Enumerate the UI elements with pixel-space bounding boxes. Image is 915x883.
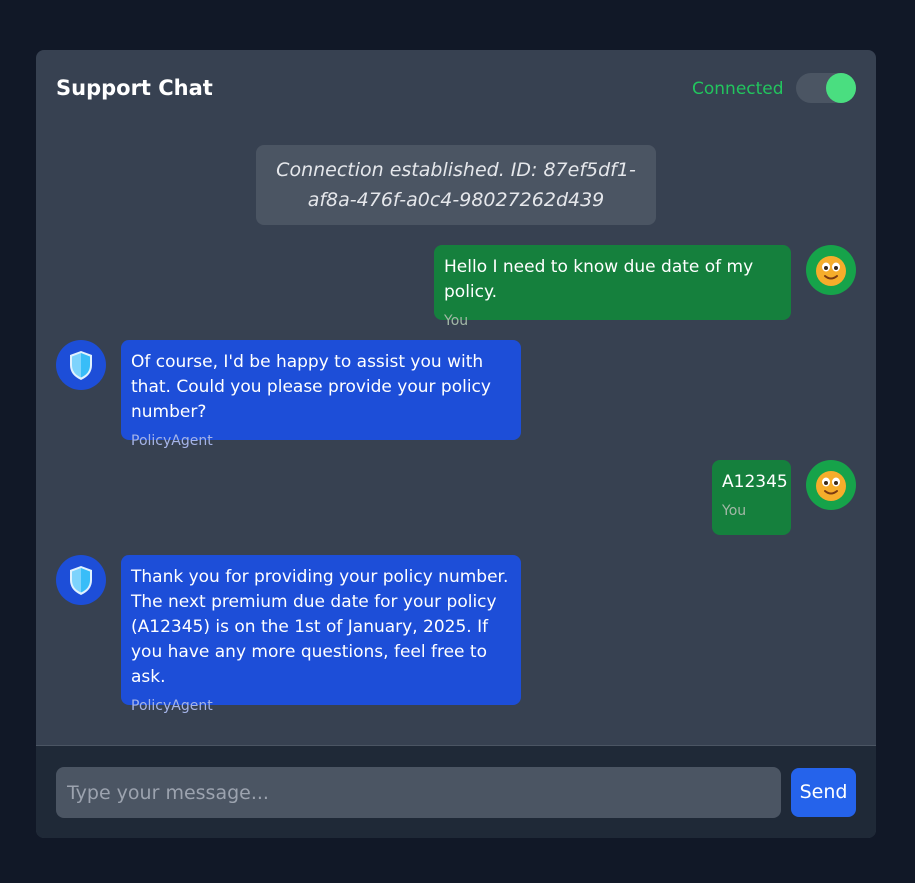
chat-title: Support Chat — [56, 76, 213, 100]
shield-icon — [70, 566, 92, 595]
smiley-face-icon — [816, 256, 846, 286]
connection-status: Connected — [692, 79, 784, 99]
message-sender: You — [444, 313, 469, 329]
agent-avatar — [56, 340, 106, 390]
smiley-face-icon — [816, 471, 846, 501]
chat-window: Support Chat Connected Connection establ… — [36, 50, 876, 838]
toggle-knob — [826, 73, 856, 103]
user-avatar — [806, 460, 856, 510]
chat-header: Support Chat Connected — [36, 50, 876, 126]
user-message-bubble: Hello I need to know due date of my poli… — [434, 245, 791, 329]
agent-message-bubble: Of course, I'd be happy to assist you wi… — [121, 340, 521, 449]
connection-toggle[interactable] — [796, 73, 856, 103]
shield-icon — [70, 351, 92, 380]
user-avatar — [806, 245, 856, 295]
composer: Send — [36, 745, 876, 838]
user-message-bubble: A12345 You — [712, 460, 791, 535]
message-text: Of course, I'd be happy to assist you wi… — [131, 352, 491, 422]
system-message: Connection established. ID: 87ef5df1-af8… — [256, 145, 656, 225]
message-text: Thank you for providing your policy numb… — [131, 567, 509, 687]
message-text: A12345 — [722, 472, 788, 492]
send-button[interactable]: Send — [791, 768, 856, 817]
message-sender: You — [722, 503, 747, 519]
agent-avatar — [56, 555, 106, 605]
message-sender: PolicyAgent — [131, 433, 213, 449]
message-sender: PolicyAgent — [131, 698, 213, 714]
agent-message-bubble: Thank you for providing your policy numb… — [121, 555, 521, 714]
message-text: Hello I need to know due date of my poli… — [444, 257, 754, 302]
message-input[interactable] — [56, 767, 781, 818]
